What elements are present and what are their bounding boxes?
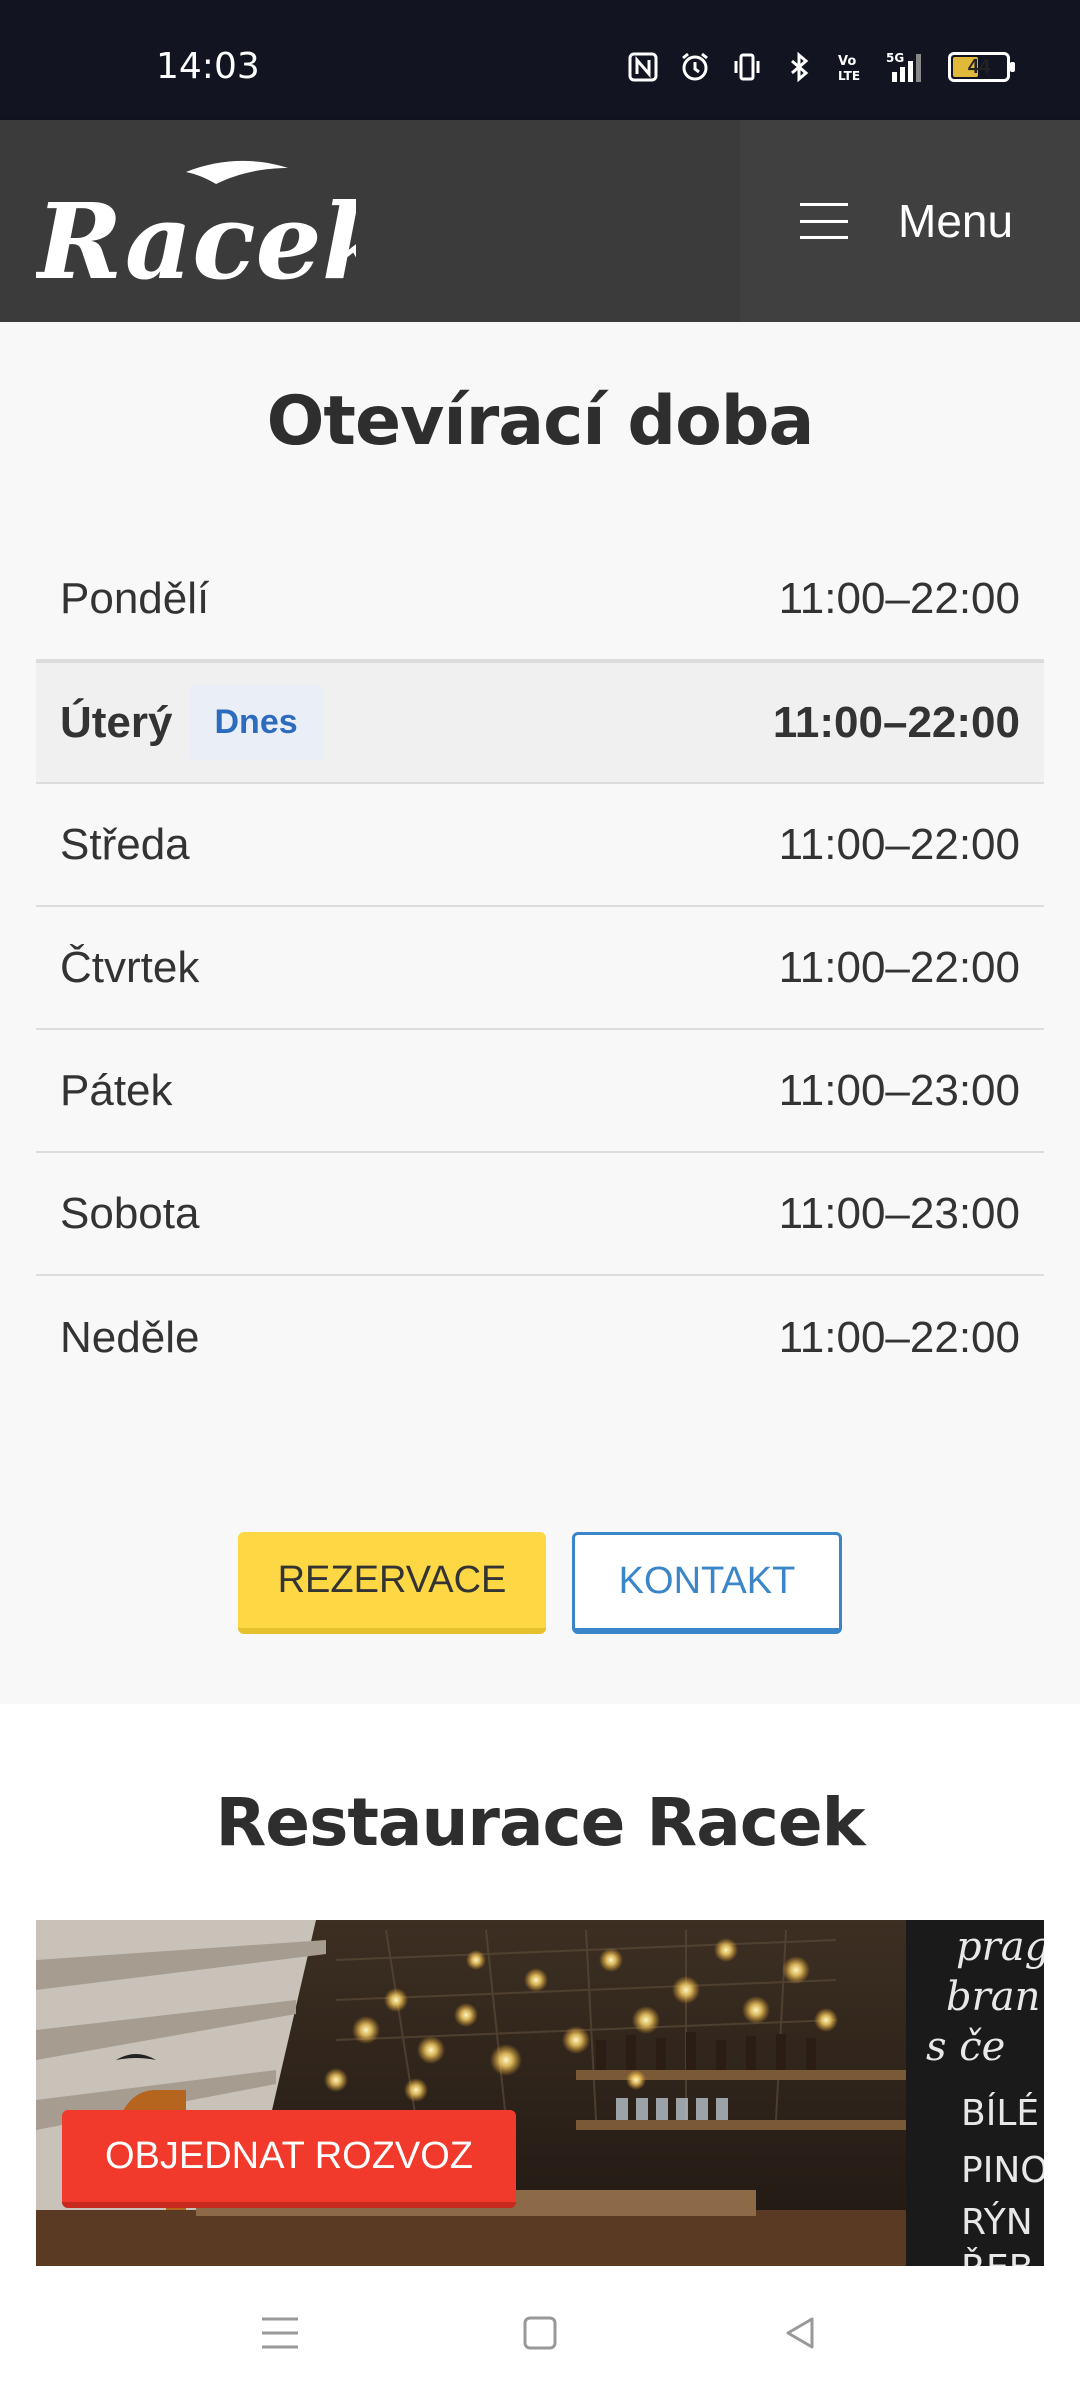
time-range: 11:00–22:00 bbox=[778, 573, 1020, 623]
chalkboard-text: BÍLÉ bbox=[961, 2092, 1039, 2134]
system-navigation-bar bbox=[0, 2266, 1080, 2400]
chalkboard-text: prag bbox=[956, 1924, 1044, 1970]
reservation-button[interactable]: REZERVACE bbox=[238, 1532, 546, 1634]
day-label: Neděle bbox=[60, 1312, 200, 1362]
bluetooth-icon bbox=[782, 50, 816, 84]
restaurant-section: Restaurace Racek prag bran s če BÍLÉ PIN… bbox=[0, 1704, 1080, 2266]
racek-logo[interactable]: Racek bbox=[33, 150, 394, 303]
time-range: 11:00–23:00 bbox=[778, 1188, 1020, 1238]
hours-row: Pondělí 11:00–22:00 bbox=[36, 538, 1044, 661]
order-delivery-button[interactable]: OBJEDNAT ROZVOZ bbox=[62, 2110, 516, 2208]
site-header: Racek Menu bbox=[0, 120, 1080, 322]
svg-text:LTE: LTE bbox=[838, 69, 860, 83]
restaurant-interior-photo: prag bran s če BÍLÉ PINO RÝN ŘEB OBJEDNA… bbox=[36, 1920, 1044, 2266]
hamburger-icon bbox=[800, 203, 848, 239]
time-range: 11:00–23:00 bbox=[778, 1065, 1020, 1115]
hours-row: Čtvrtek 11:00–22:00 bbox=[36, 907, 1044, 1030]
time-range: 11:00–22:00 bbox=[778, 819, 1020, 869]
status-time: 14:03 bbox=[156, 46, 260, 87]
day-label: Pondělí bbox=[60, 573, 210, 623]
battery-level: 44 bbox=[967, 55, 991, 78]
svg-text:Vo: Vo bbox=[838, 54, 856, 69]
day-label: Pátek bbox=[60, 1065, 173, 1115]
status-bar: 14:03 Vo LTE 5G 44 bbox=[0, 0, 1080, 120]
time-range: 11:00–22:00 bbox=[778, 1312, 1020, 1362]
chalkboard-text: RÝN bbox=[961, 2201, 1033, 2243]
hours-row: Středa 11:00–22:00 bbox=[36, 784, 1044, 907]
nfc-icon bbox=[626, 50, 660, 84]
day-cell: Úterý Dnes bbox=[60, 685, 324, 760]
today-badge: Dnes bbox=[188, 685, 324, 760]
action-buttons: REZERVACE KONTAKT bbox=[0, 1532, 1080, 1634]
restaurant-title: Restaurace Racek bbox=[215, 1784, 865, 1861]
volte-icon: Vo LTE bbox=[834, 50, 868, 84]
menu-label: Menu bbox=[898, 195, 1014, 247]
hours-table: Pondělí 11:00–22:00 Úterý Dnes 11:00–22:… bbox=[36, 538, 1044, 1399]
hours-row-today: Úterý Dnes 11:00–22:00 bbox=[36, 661, 1044, 784]
back-triangle-icon[interactable] bbox=[770, 2303, 830, 2363]
hours-row: Neděle 11:00–22:00 bbox=[36, 1276, 1044, 1399]
chalkboard-text: bran bbox=[946, 1974, 1040, 2020]
chalkboard-text: PINO bbox=[961, 2150, 1044, 2191]
day-label: Čtvrtek bbox=[60, 942, 200, 992]
day-label: Sobota bbox=[60, 1188, 200, 1238]
day-label: Středa bbox=[60, 819, 190, 869]
alarm-icon bbox=[678, 50, 712, 84]
5g-signal-icon: 5G bbox=[886, 50, 930, 84]
opening-hours-title: Otevírací doba bbox=[266, 382, 815, 461]
svg-text:Racek: Racek bbox=[36, 180, 356, 300]
hours-row: Sobota 11:00–23:00 bbox=[36, 1153, 1044, 1276]
battery-icon: 44 bbox=[948, 52, 1015, 82]
vibrate-icon bbox=[730, 50, 764, 84]
time-range: 11:00–22:00 bbox=[778, 942, 1020, 992]
opening-hours-section: Otevírací doba Pondělí 11:00–22:00 Úterý… bbox=[0, 322, 1080, 1704]
recents-menu-icon[interactable] bbox=[250, 2303, 310, 2363]
chalkboard-text: s če bbox=[926, 2024, 1005, 2070]
home-square-icon[interactable] bbox=[510, 2303, 570, 2363]
contact-button[interactable]: KONTAKT bbox=[572, 1532, 842, 1634]
chalkboard-text: ŘEB bbox=[961, 2247, 1033, 2266]
svg-text:5G: 5G bbox=[886, 51, 904, 65]
day-label: Úterý bbox=[60, 697, 173, 747]
menu-button[interactable]: Menu bbox=[740, 120, 1080, 322]
status-icons: Vo LTE 5G 44 bbox=[626, 50, 1015, 84]
time-range: 11:00–22:00 bbox=[772, 697, 1020, 747]
hours-row: Pátek 11:00–23:00 bbox=[36, 1030, 1044, 1153]
